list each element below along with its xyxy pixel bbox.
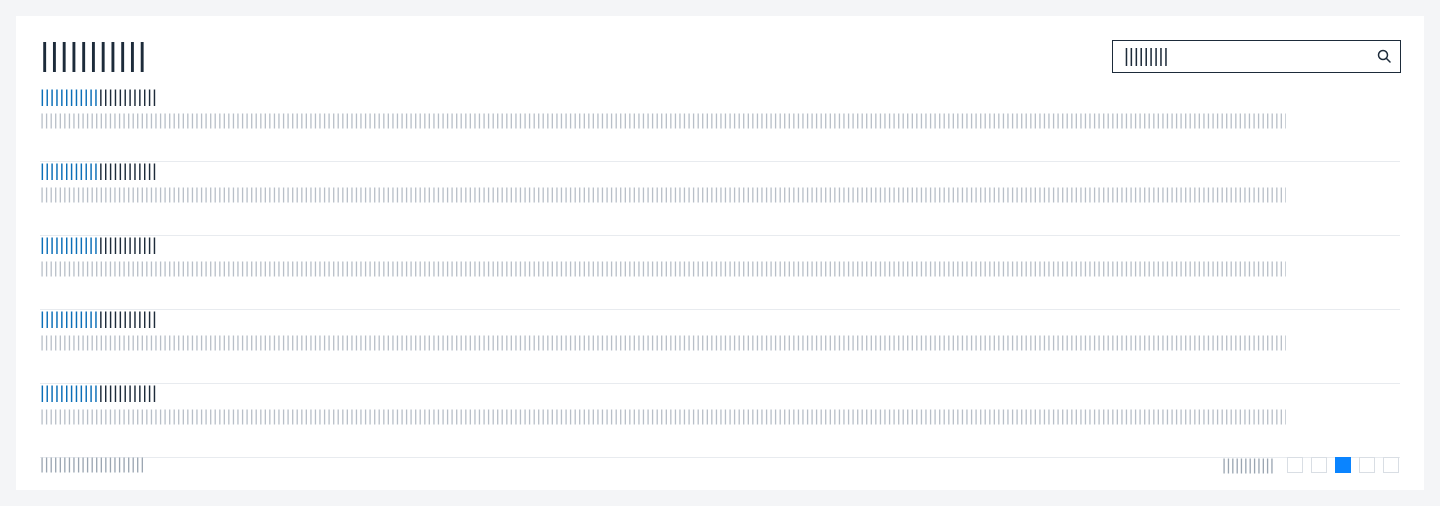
- page-button-4[interactable]: [1359, 457, 1375, 473]
- list-item: |||||||||||||||||||||||| |||||||||||||||…: [40, 88, 1400, 162]
- results-summary: ||||||||||||||||||||||||: [40, 456, 144, 473]
- list-item: |||||||||||||||||||||||| |||||||||||||||…: [40, 310, 1400, 384]
- item-link[interactable]: ||||||||||||: [40, 88, 99, 106]
- item-description: ||||||||||||||||||||||||||||||||||||||||…: [40, 334, 1286, 351]
- item-title-text: ||||||||||||: [98, 236, 158, 254]
- page-button-2[interactable]: [1311, 457, 1327, 473]
- page-title: ||||||||||||||||||||||||: [40, 40, 150, 72]
- item-description: ||||||||||||||||||||||||||||||||||||||||…: [40, 260, 1286, 277]
- item-link[interactable]: ||||||||||||: [40, 236, 99, 254]
- item-title: ||||||||||||||||||||||||: [40, 236, 157, 254]
- results-panel: |||||||||||| |||||||||| || |||||||||| ||||…: [16, 16, 1424, 490]
- page-button-5[interactable]: [1383, 457, 1399, 473]
- item-title: ||||||||||||||||||||||||: [40, 310, 157, 328]
- item-description: ||||||||||||||||||||||||||||||||||||||||…: [40, 408, 1286, 425]
- item-title-text: ||||||||||||: [98, 88, 158, 106]
- item-description: ||||||||||||||||||||||||||||||||||||||||…: [40, 112, 1286, 129]
- list-item: |||||||||||||||||||||||| |||||||||||||||…: [40, 384, 1400, 458]
- item-title-text: ||||||||||||: [98, 162, 158, 180]
- item-link[interactable]: ||||||||||||: [40, 384, 99, 402]
- search-input[interactable]: ||||||||||: [1112, 40, 1401, 73]
- page-button-3-active[interactable]: [1335, 457, 1351, 473]
- item-title-text: ||||||||||||: [98, 384, 158, 402]
- pagination-label: ||||||||||||: [1222, 457, 1274, 474]
- item-title-text: ||||||||||||: [98, 310, 158, 328]
- list-item: |||||||||||||||||||||||| |||||||||||||||…: [40, 162, 1400, 236]
- item-description: ||||||||||||||||||||||||||||||||||||||||…: [40, 186, 1286, 203]
- page-button-1[interactable]: [1287, 457, 1303, 473]
- item-link[interactable]: ||||||||||||: [40, 310, 99, 328]
- item-title: ||||||||||||||||||||||||: [40, 162, 157, 180]
- item-link[interactable]: ||||||||||||: [40, 162, 99, 180]
- pagination: [1287, 457, 1399, 473]
- search-icon[interactable]: [1377, 49, 1391, 63]
- search-input-value[interactable]: ||||||||||: [1124, 47, 1170, 67]
- item-title: ||||||||||||||||||||||||: [40, 88, 157, 106]
- list-item: |||||||||||||||||||||||| |||||||||||||||…: [40, 236, 1400, 310]
- item-title: ||||||||||||||||||||||||: [40, 384, 157, 402]
